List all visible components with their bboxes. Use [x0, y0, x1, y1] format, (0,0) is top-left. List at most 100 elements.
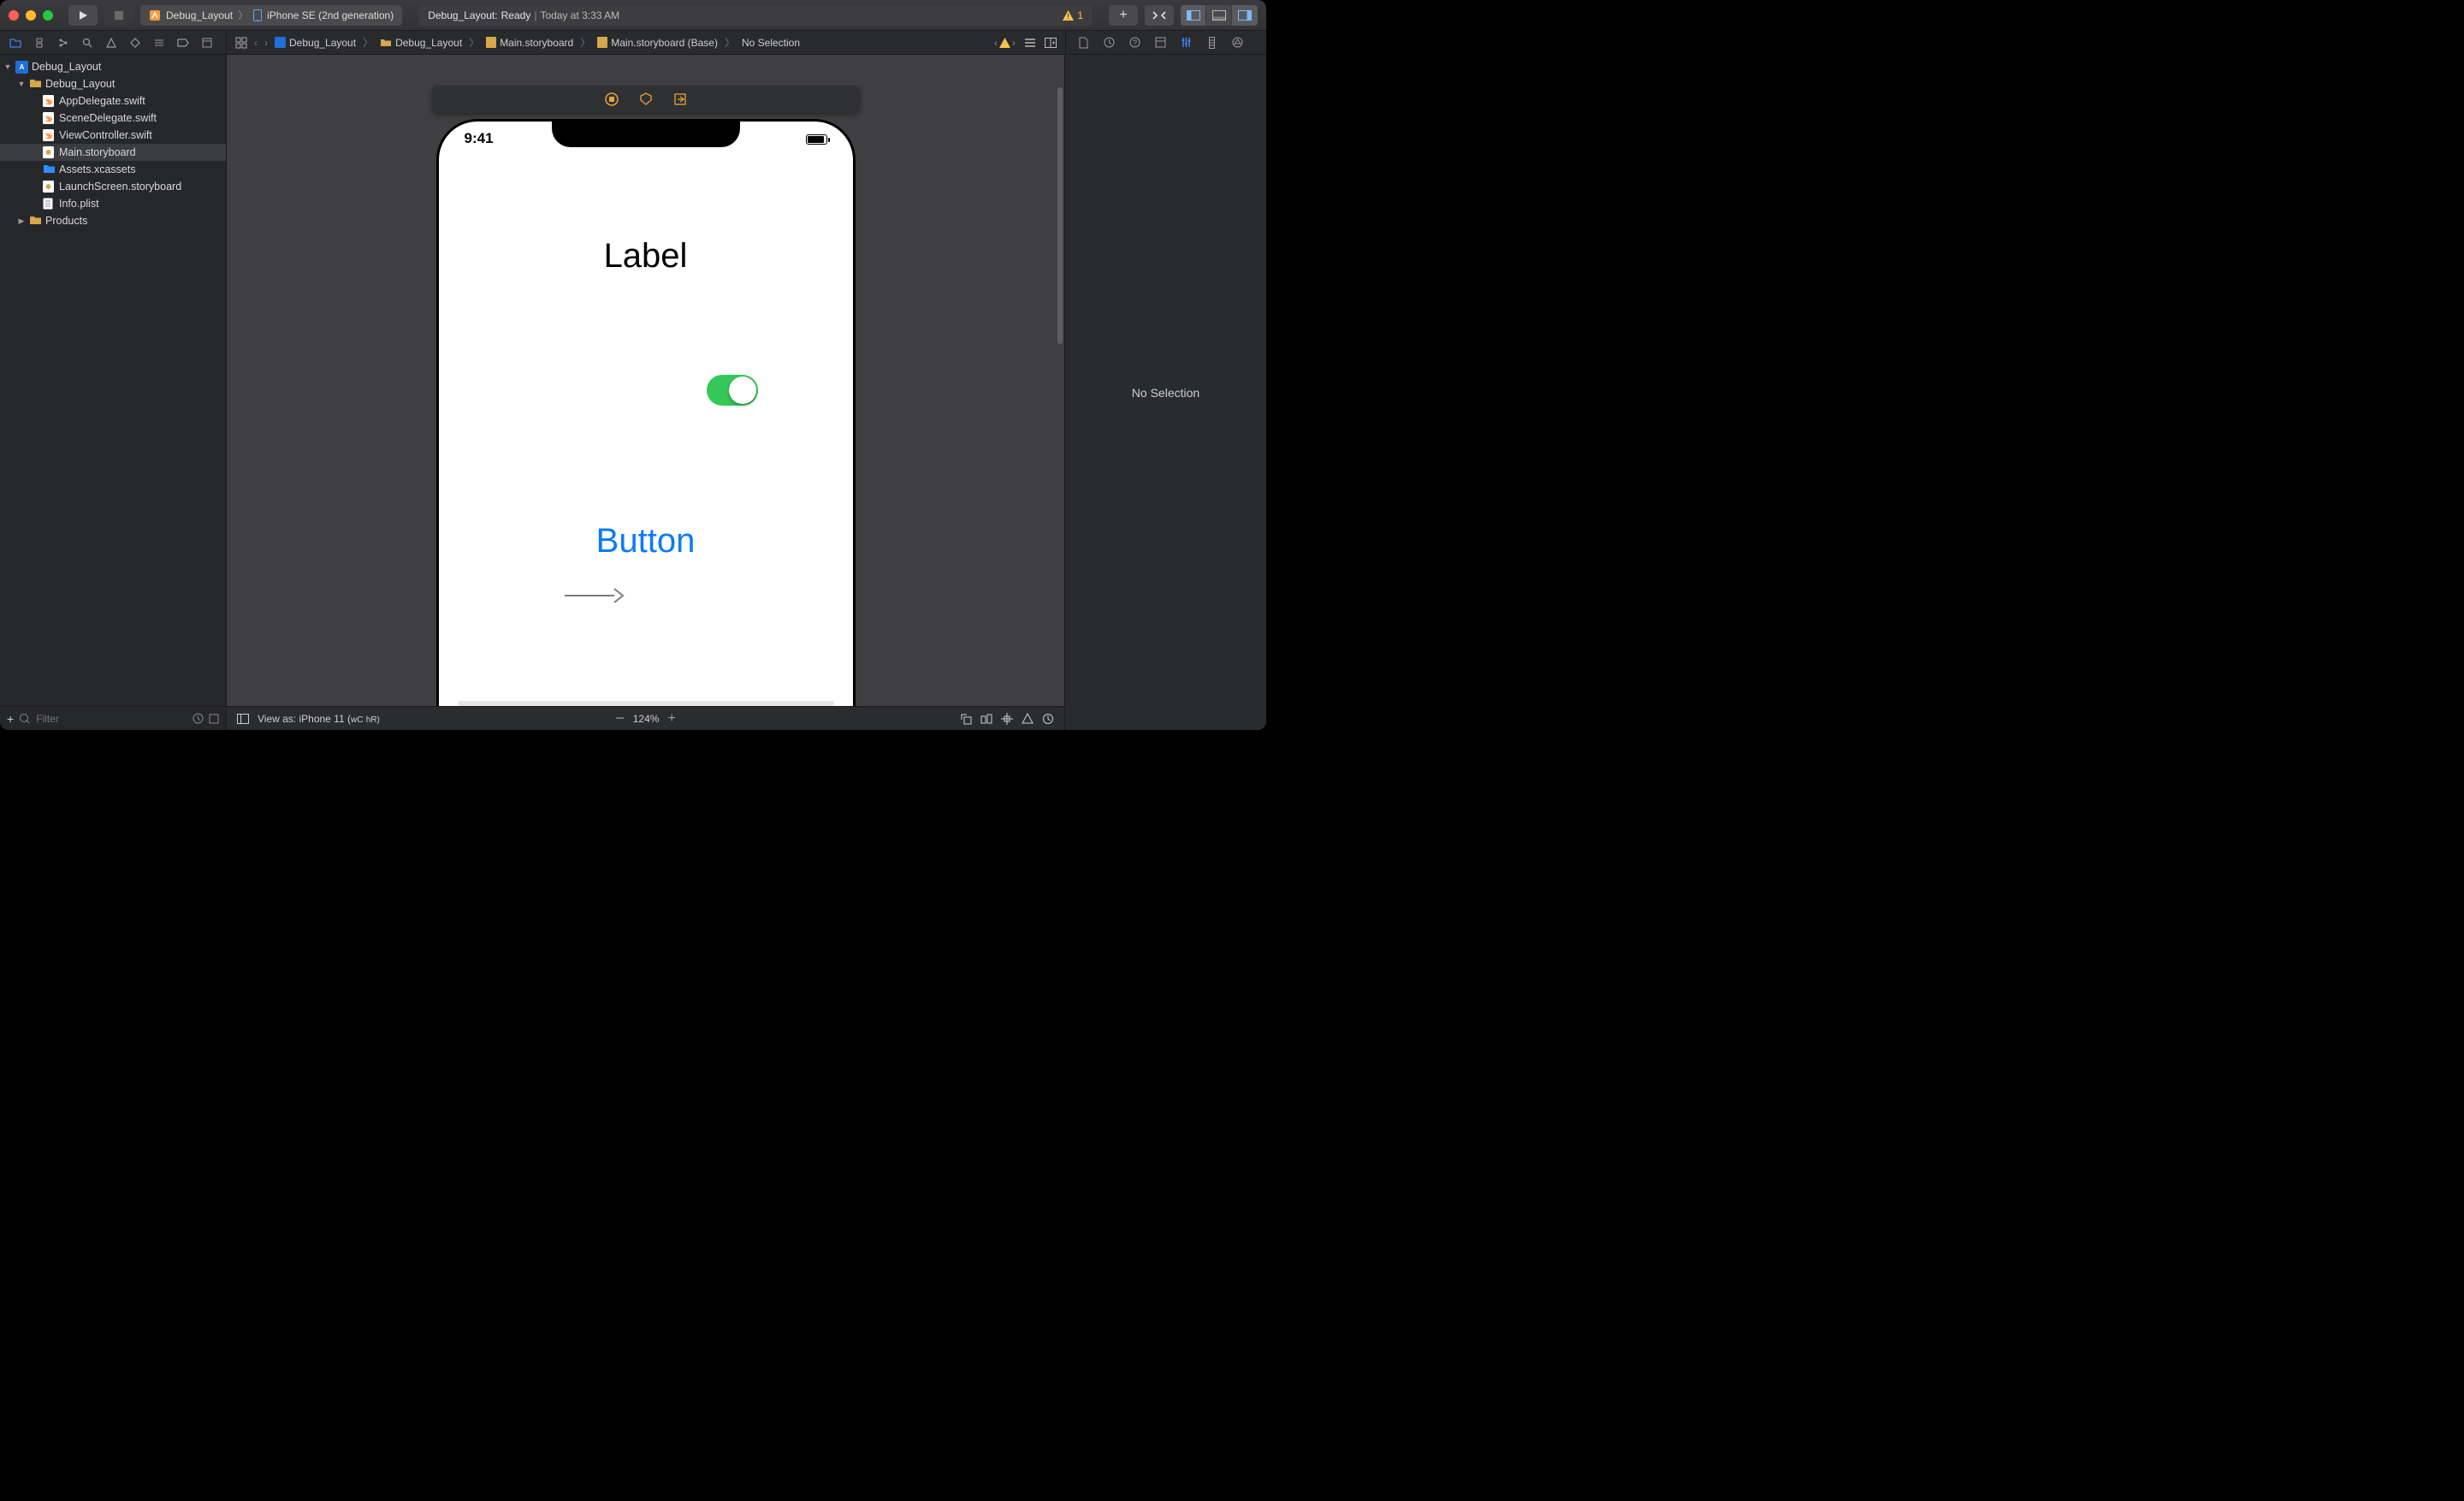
back-button[interactable]: ‹: [254, 37, 258, 49]
view-as-label[interactable]: View as: iPhone 11 (wC hR): [258, 713, 380, 725]
file-inspector-icon[interactable]: [1073, 33, 1093, 53]
titlebar-right: +: [1109, 5, 1258, 26]
breadcrumb-project[interactable]: Debug_Layout: [275, 37, 356, 49]
find-navigator-icon[interactable]: [77, 33, 98, 53]
debug-navigator-icon[interactable]: [149, 33, 169, 53]
tree-row[interactable]: ▶Products: [0, 212, 226, 229]
disclosure-icon[interactable]: ▼: [17, 80, 26, 88]
canvas[interactable]: 9:41 Label Button: [227, 55, 1064, 706]
view-controller-icon[interactable]: [604, 92, 619, 107]
project-tree[interactable]: ▼ADebug_Layout▼Debug_LayoutAppDelegate.s…: [0, 55, 226, 706]
run-button[interactable]: [68, 5, 98, 26]
storyboard-icon: [597, 37, 607, 48]
project-navigator-icon[interactable]: [5, 33, 26, 53]
exit-icon[interactable]: [672, 92, 688, 107]
library-button[interactable]: +: [1109, 5, 1138, 26]
project-icon: [275, 37, 286, 48]
forward-button[interactable]: ›: [264, 37, 268, 49]
tree-row[interactable]: ▼Debug_Layout: [0, 75, 226, 92]
ui-label[interactable]: Label: [439, 237, 853, 276]
scheme-selector[interactable]: Debug_Layout 〉 iPhone SE (2nd generation…: [140, 5, 402, 26]
symbol-navigator-icon[interactable]: [53, 33, 74, 53]
disclosure-icon[interactable]: ▶: [17, 217, 26, 226]
related-items-icon[interactable]: [235, 37, 247, 49]
tree-row[interactable]: ▼ADebug_Layout: [0, 58, 226, 75]
tree-label: SceneDelegate.swift: [59, 112, 157, 124]
filter-input[interactable]: [36, 713, 187, 725]
test-navigator-icon[interactable]: [125, 33, 145, 53]
issue-navigator-icon[interactable]: [101, 33, 121, 53]
window-controls: [9, 10, 53, 21]
issues-jump[interactable]: ‹ ›: [994, 37, 1016, 49]
tree-row[interactable]: ViewController.swift: [0, 127, 226, 144]
zoom-window-button[interactable]: [43, 10, 53, 21]
navigator-bottom: +: [0, 706, 226, 730]
warning-count[interactable]: 1: [1063, 9, 1083, 21]
report-navigator-icon[interactable]: [197, 33, 217, 53]
tree-row[interactable]: Info.plist: [0, 195, 226, 212]
device-preview[interactable]: 9:41 Label Button: [436, 119, 856, 706]
breadcrumb-storyboard-base[interactable]: Main.storyboard (Base): [597, 37, 718, 49]
breadcrumb-storyboard[interactable]: Main.storyboard: [486, 37, 573, 49]
recent-icon[interactable]: [192, 713, 204, 724]
filter-scope-icon[interactable]: [19, 713, 31, 725]
size-inspector-icon[interactable]: [1201, 33, 1222, 53]
panel-toggle-segment: [1181, 5, 1258, 26]
tree-label: LaunchScreen.storyboard: [59, 181, 181, 193]
add-icon[interactable]: +: [7, 712, 14, 726]
inspector-empty-text: No Selection: [1132, 386, 1199, 400]
stop-button[interactable]: [104, 5, 133, 26]
app-icon: [149, 9, 161, 21]
scm-filter-icon[interactable]: [209, 714, 219, 724]
tree-label: Debug_Layout: [32, 61, 101, 73]
first-responder-icon[interactable]: [638, 92, 654, 107]
chevron-right-icon: 〉: [238, 8, 248, 22]
identity-inspector-icon[interactable]: [1150, 33, 1170, 53]
zoom-out-button[interactable]: −: [615, 709, 625, 727]
code-review-button[interactable]: [1145, 5, 1174, 26]
add-editor-icon[interactable]: [1045, 38, 1057, 48]
editor-jump-bar: ‹ › Debug_Layout 〉 Debug_Layout 〉 Main.s…: [227, 35, 1065, 50]
toggle-inspector-button[interactable]: [1232, 5, 1258, 26]
editor-options-icon[interactable]: [1024, 38, 1036, 48]
breakpoint-navigator-icon[interactable]: [173, 33, 193, 53]
source-control-navigator-icon[interactable]: [29, 33, 50, 53]
scheme-target: Debug_Layout: [166, 9, 233, 21]
ui-switch[interactable]: [707, 375, 758, 406]
zoom-in-button[interactable]: +: [667, 711, 675, 727]
vertical-scrollbar[interactable]: [1057, 87, 1063, 344]
initial-view-controller-arrow[interactable]: [565, 585, 625, 606]
breadcrumb-folder[interactable]: Debug_Layout: [380, 37, 462, 49]
tree-row[interactable]: Main.storyboard: [0, 144, 226, 161]
status-time: Today at 3:33 AM: [540, 9, 619, 21]
disclosure-icon[interactable]: ▼: [3, 62, 12, 71]
document-outline-toggle[interactable]: [237, 714, 249, 724]
pin-icon[interactable]: [1001, 713, 1013, 725]
ui-button[interactable]: Button: [439, 522, 853, 561]
tree-row[interactable]: SceneDelegate.swift: [0, 110, 226, 127]
help-inspector-icon[interactable]: ?: [1124, 33, 1145, 53]
toggle-navigator-button[interactable]: [1181, 5, 1206, 26]
breadcrumb-selection[interactable]: No Selection: [742, 37, 800, 49]
inspector-selector: ?: [1065, 31, 1266, 54]
tree-label: Info.plist: [59, 198, 99, 210]
attributes-inspector-icon[interactable]: [1176, 33, 1196, 53]
tree-row[interactable]: Assets.xcassets: [0, 161, 226, 178]
folder-icon: [380, 38, 392, 47]
connections-inspector-icon[interactable]: [1227, 33, 1247, 53]
history-inspector-icon[interactable]: [1099, 33, 1119, 53]
embed-in-icon[interactable]: [960, 713, 972, 725]
update-frames-icon[interactable]: [1042, 713, 1054, 725]
tree-label: ViewController.swift: [59, 129, 152, 141]
toggle-debug-button[interactable]: [1206, 5, 1232, 26]
minimize-window-button[interactable]: [26, 10, 36, 21]
tree-row[interactable]: LaunchScreen.storyboard: [0, 178, 226, 195]
close-window-button[interactable]: [9, 10, 19, 21]
zoom-level[interactable]: 124%: [633, 713, 660, 725]
horizontal-scrollbar[interactable]: [458, 701, 834, 706]
resolve-issues-icon[interactable]: [1022, 713, 1034, 725]
tree-row[interactable]: AppDelegate.swift: [0, 92, 226, 110]
activity-viewer[interactable]: Debug_Layout: Ready | Today at 3:33 AM 1: [419, 5, 1092, 26]
align-icon[interactable]: [980, 713, 992, 725]
titlebar: Debug_Layout 〉 iPhone SE (2nd generation…: [0, 0, 1266, 31]
